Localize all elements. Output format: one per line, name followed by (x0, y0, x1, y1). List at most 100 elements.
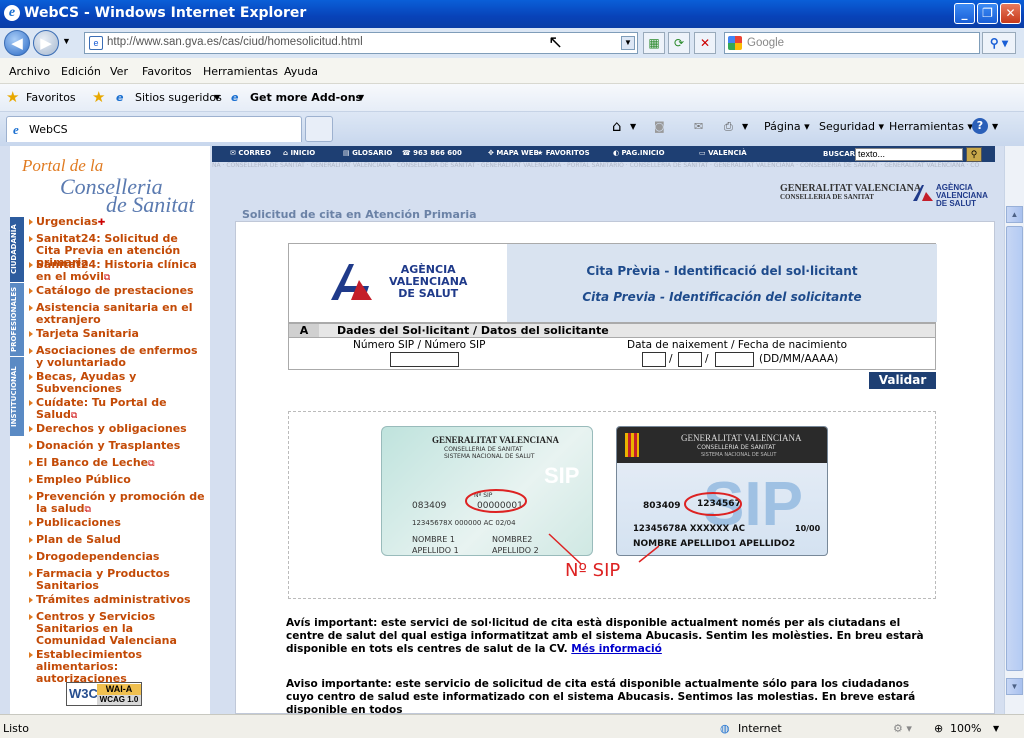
menu-archivo[interactable]: Archivo (9, 65, 50, 78)
top-nav-label-4[interactable]: MAPA WEB (496, 149, 539, 157)
sidebar-item-13[interactable]: Prevención y promoción de la salud⧉ (29, 490, 206, 516)
top-nav-6[interactable]: ◐ PAG.INICIO (613, 149, 665, 157)
birth-day-input[interactable] (642, 352, 666, 367)
print-dropdown-icon[interactable]: ▼ (742, 122, 748, 131)
side-tab-ciudadania[interactable]: CIUDADANÍA (10, 216, 24, 282)
sidebar-item-label[interactable]: Drogodependencias (36, 550, 159, 563)
sidebar-item-label[interactable]: Asistencia sanitaria en el extranjero (36, 301, 193, 326)
sidebar-item-0[interactable]: Urgencias✚ (29, 215, 206, 229)
sidebar-item-5[interactable]: Tarjeta Sanitaria (29, 327, 206, 340)
sidebar-item-15[interactable]: Plan de Salud (29, 533, 206, 546)
scroll-thumb[interactable] (1006, 226, 1023, 671)
sidebar-item-3[interactable]: Catálogo de prestaciones (29, 284, 206, 297)
top-nav-label-2[interactable]: GLOSARIO (352, 149, 392, 157)
home-dropdown-icon[interactable]: ▼ (630, 122, 636, 131)
sidebar-item-18[interactable]: Trámites administrativos (29, 593, 206, 606)
zoom-level[interactable]: 100% (950, 722, 981, 735)
sidebar-item-10[interactable]: Donación y Trasplantes (29, 439, 206, 452)
top-nav-label-3[interactable]: 963 866 600 (413, 149, 462, 157)
stop-icon[interactable]: ✕ (694, 32, 716, 54)
portal-logo-line1[interactable]: Portal de la (22, 156, 103, 176)
addons-dropdown-icon[interactable]: ▼ (358, 93, 364, 102)
sidebar-item-label[interactable]: Establecimientos alimentarios: autorizac… (36, 648, 142, 685)
sidebar-item-20[interactable]: Establecimientos alimentarios: autorizac… (29, 648, 206, 685)
menu-edicion[interactable]: Edición (61, 65, 101, 78)
minimize-button[interactable]: _ (954, 3, 975, 24)
sidebar-item-2[interactable]: Sanitat24: Historia clínica en el móvil⧉ (29, 258, 206, 284)
sidebar-item-label[interactable]: Urgencias (36, 215, 98, 228)
zoom-dropdown-icon[interactable]: ▼ (993, 724, 999, 733)
sidebar-item-4[interactable]: Asistencia sanitaria en el extranjero (29, 301, 206, 326)
side-tab-institucional[interactable]: INSTITUCIONAL (10, 356, 24, 436)
tab-webcs[interactable]: e WebCS (6, 116, 302, 142)
portal-logo-line3[interactable]: de Sanitat (106, 192, 195, 218)
sidebar-item-label[interactable]: Centros y Servicios Sanitarios en la Com… (36, 610, 177, 647)
search-box[interactable]: Google (724, 32, 980, 54)
help-icon[interactable]: ? (972, 118, 988, 134)
addons-link[interactable]: Get more Add-ons (250, 91, 362, 104)
side-tab-profesionales[interactable]: PROFESIONALES (10, 282, 24, 356)
top-nav-label-1[interactable]: INICIO (290, 149, 315, 157)
sidebar-item-label[interactable]: Publicaciones (36, 516, 121, 529)
sip-input[interactable] (390, 352, 459, 367)
top-nav-label-5[interactable]: FAVORITOS (546, 149, 590, 157)
sidebar-item-9[interactable]: Derechos y obligaciones (29, 422, 206, 435)
search-button[interactable]: ⚲ ▾ (982, 32, 1016, 54)
refresh-icon[interactable]: ⟳ (668, 32, 690, 54)
sidebar-item-label[interactable]: Prevención y promoción de la salud (36, 490, 205, 515)
vertical-scrollbar[interactable]: ▲ ▼ (1004, 146, 1024, 714)
birth-year-input[interactable] (715, 352, 754, 367)
compatibility-view-icon[interactable]: ▦ (643, 32, 665, 54)
address-dropdown-icon[interactable]: ▼ (621, 36, 635, 50)
top-nav-4[interactable]: ✥ MAPA WEB (488, 149, 539, 157)
top-nav-0[interactable]: ✉ CORREO (230, 149, 271, 157)
w3c-wai-badge[interactable]: W3C WAI-A WCAG 1.0 (66, 682, 142, 706)
sidebar-item-label[interactable]: Donación y Trasplantes (36, 439, 180, 452)
sidebar-item-label[interactable]: Asociaciones de enfermos y voluntariado (36, 344, 198, 369)
help-dropdown-icon[interactable]: ▼ (992, 122, 998, 131)
top-nav-2[interactable]: ▤ GLOSARIO (343, 149, 392, 157)
sidebar-item-label[interactable]: Sanitat24: Historia clínica en el móvil (36, 258, 197, 283)
validate-button[interactable]: Validar (869, 372, 936, 389)
site-search-input[interactable]: texto... (855, 148, 963, 161)
birth-month-input[interactable] (678, 352, 702, 367)
top-nav-3[interactable]: ☎ 963 866 600 (402, 149, 462, 157)
sidebar-item-label[interactable]: Derechos y obligaciones (36, 422, 187, 435)
sidebar-item-label[interactable]: Tarjeta Sanitaria (36, 327, 139, 340)
sidebar-item-8[interactable]: Cuídate: Tu Portal de Salud⧉ (29, 397, 206, 422)
tab-title[interactable]: WebCS (29, 123, 68, 136)
mail-icon[interactable]: ✉ (694, 120, 703, 133)
sidebar-item-label[interactable]: Trámites administrativos (36, 593, 191, 606)
scroll-up-button[interactable]: ▲ (1006, 206, 1023, 223)
suggested-sites-link[interactable]: Sitios sugeridos (135, 91, 222, 104)
home-icon[interactable]: ⌂ (612, 117, 622, 135)
menu-ver[interactable]: Ver (110, 65, 128, 78)
site-search-button[interactable]: ⚲ (966, 147, 982, 162)
sidebar-item-11[interactable]: El Banco de Leche⧉ (29, 457, 206, 470)
tools-menu[interactable]: Herramientas ▾ (889, 120, 973, 133)
top-nav-7[interactable]: ▭ VALENCIÀ (699, 149, 747, 157)
back-button[interactable]: ◀ (4, 30, 30, 56)
sidebar-item-12[interactable]: Empleo Público (29, 473, 206, 486)
address-url[interactable]: http://www.san.gva.es/cas/ciud/homesolic… (107, 36, 363, 48)
top-nav-label-7[interactable]: VALENCIÀ (708, 149, 747, 157)
sidebar-item-label[interactable]: Becas, Ayudas y Subvenciones (36, 370, 136, 395)
sidebar-item-14[interactable]: Publicaciones (29, 516, 206, 529)
sidebar-item-label[interactable]: Farmacia y Productos Sanitarios (36, 567, 170, 592)
sidebar-item-16[interactable]: Drogodependencias (29, 550, 206, 563)
print-icon[interactable]: ⎙ (724, 120, 733, 134)
sidebar-item-7[interactable]: Becas, Ayudas y Subvenciones (29, 370, 206, 395)
more-info-link[interactable]: Més informació (571, 643, 662, 655)
sidebar-item-17[interactable]: Farmacia y Productos Sanitarios (29, 567, 206, 592)
history-dropdown-icon[interactable]: ▼ (62, 36, 71, 46)
sidebar-item-6[interactable]: Asociaciones de enfermos y voluntariado (29, 344, 206, 369)
favorites-button[interactable]: Favoritos (26, 91, 76, 104)
sidebar-item-label[interactable]: Catálogo de prestaciones (36, 284, 194, 297)
sidebar-item-label[interactable]: Plan de Salud (36, 533, 121, 546)
forward-button[interactable]: ▶ (33, 30, 59, 56)
zoom-icon[interactable]: ⊕ (934, 722, 943, 735)
page-menu[interactable]: Página ▾ (764, 120, 810, 133)
top-nav-label-0[interactable]: CORREO (238, 149, 271, 157)
add-favorite-icon[interactable]: ★ (92, 88, 105, 106)
sidebar-item-label[interactable]: Empleo Público (36, 473, 131, 486)
